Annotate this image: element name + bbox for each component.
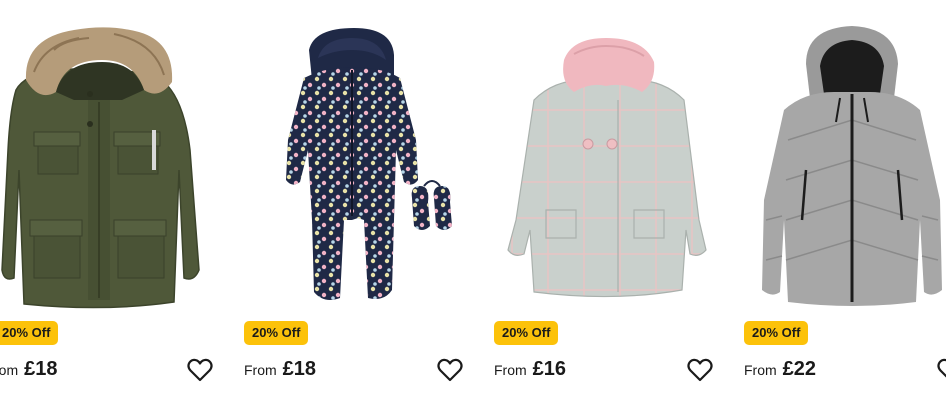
discount-badge: 20% Off bbox=[744, 321, 809, 345]
price-prefix: From bbox=[244, 362, 277, 378]
product-image-check-coat[interactable] bbox=[494, 20, 724, 310]
check-coat-image bbox=[507, 38, 707, 298]
price-value: £22 bbox=[782, 358, 817, 380]
heart-outline-icon[interactable] bbox=[686, 356, 714, 384]
heart-outline-icon[interactable] bbox=[936, 356, 946, 384]
price-prefix: From bbox=[494, 362, 527, 378]
product-image-snowsuit[interactable] bbox=[244, 20, 474, 310]
puffer-image bbox=[762, 26, 942, 306]
discount-badge: 20% Off bbox=[244, 321, 309, 345]
price-value: £18 bbox=[282, 358, 317, 380]
price-prefix: rom bbox=[0, 362, 19, 378]
price-value: £18 bbox=[24, 358, 58, 380]
product-card[interactable]: 20% Off rom £18 bbox=[0, 0, 224, 403]
product-card[interactable]: 20% Off From £16 bbox=[494, 0, 724, 403]
price-row: From £16 bbox=[494, 358, 566, 384]
price-prefix: From bbox=[744, 362, 777, 378]
heart-outline-icon[interactable] bbox=[436, 356, 464, 384]
discount-badge: 20% Off bbox=[494, 321, 559, 345]
khaki-parka-image bbox=[1, 27, 200, 309]
product-image-khaki-parka[interactable] bbox=[0, 20, 224, 310]
product-carousel: 20% Off rom £18 bbox=[0, 0, 946, 403]
price-value: £16 bbox=[532, 358, 567, 380]
snowsuit-image bbox=[286, 28, 452, 300]
price-row: rom £18 bbox=[0, 358, 58, 384]
discount-badge: 20% Off bbox=[0, 321, 59, 345]
product-card[interactable]: 20% Off From £18 bbox=[244, 0, 474, 403]
product-card[interactable]: 20% Off From £22 bbox=[744, 0, 946, 403]
product-image-puffer[interactable] bbox=[744, 20, 946, 310]
price-row: From £22 bbox=[744, 358, 816, 384]
heart-outline-icon[interactable] bbox=[186, 356, 214, 384]
price-row: From £18 bbox=[244, 358, 316, 384]
